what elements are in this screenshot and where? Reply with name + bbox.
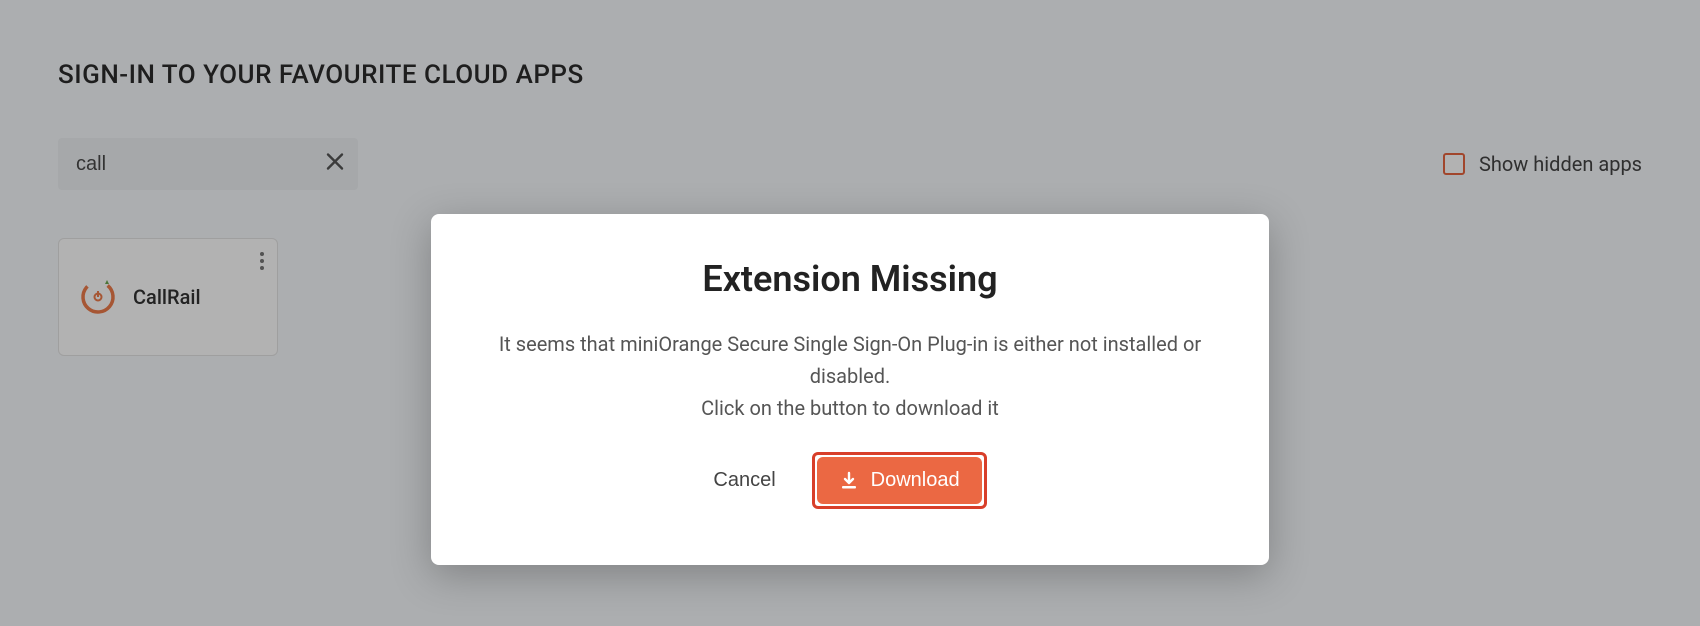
download-button[interactable]: Download	[817, 457, 982, 504]
modal-text: It seems that miniOrange Secure Single S…	[467, 328, 1233, 424]
download-button-label: Download	[871, 469, 960, 492]
modal-title: Extension Missing	[467, 258, 1233, 300]
modal-text-line2: Click on the button to download it	[701, 396, 999, 420]
download-highlight: Download	[812, 452, 987, 509]
download-icon	[839, 471, 859, 491]
modal-actions: Cancel Download	[467, 452, 1233, 509]
cancel-button[interactable]: Cancel	[713, 469, 775, 492]
extension-missing-modal: Extension Missing It seems that miniOran…	[431, 214, 1269, 565]
modal-text-line1: It seems that miniOrange Secure Single S…	[499, 332, 1201, 388]
modal-overlay: Extension Missing It seems that miniOran…	[0, 0, 1700, 626]
